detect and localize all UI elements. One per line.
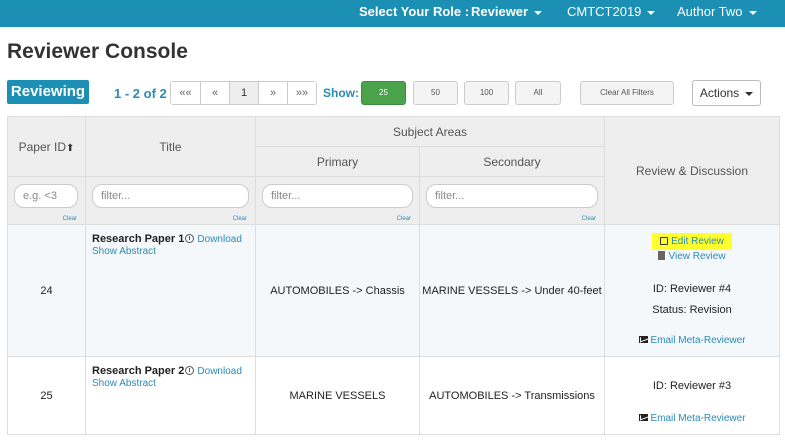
paper-title: Research Paper 1: [92, 233, 185, 245]
clear-all-filters-button[interactable]: Clear All Filters: [580, 81, 674, 105]
clear-paper-id-filter[interactable]: Clear: [63, 216, 77, 222]
role-label: Select Your Role :: [359, 4, 470, 19]
header-primary[interactable]: Primary: [255, 146, 420, 177]
chevron-down-icon: [647, 10, 656, 15]
view-review-label: View Review: [668, 251, 726, 262]
email-meta-reviewer-label: Email Meta-Reviewer: [650, 413, 746, 424]
edit-review-link[interactable]: Edit Review: [652, 233, 732, 250]
paper-id-link[interactable]: 25: [7, 356, 86, 435]
header-title[interactable]: Title: [85, 116, 256, 177]
secondary-subject: AUTOMOBILES -> Transmissions: [418, 356, 606, 435]
pagination: «« « 1 » »»: [170, 81, 317, 105]
reviewing-label: Reviewing: [7, 80, 89, 104]
filter-cell-title: Clear: [85, 176, 256, 225]
review-cell: Edit Review View Review ID: Reviewer #4 …: [604, 224, 781, 357]
reviewer-id: ID: Reviewer #4: [652, 283, 732, 295]
filter-cell-paper-id: Clear: [7, 176, 86, 225]
document-icon: [658, 251, 666, 260]
title-cell: Research Paper 1 Download Show Abstract: [85, 224, 256, 357]
header-secondary[interactable]: Secondary: [418, 146, 606, 177]
clear-secondary-filter[interactable]: Clear: [582, 216, 596, 222]
primary-subject: MARINE VESSELS: [255, 356, 420, 435]
pager-last-button[interactable]: »»: [287, 82, 316, 104]
view-review-link[interactable]: View Review: [605, 251, 779, 262]
edit-icon: [660, 237, 669, 245]
table-row: 25 Research Paper 2 Download Show Abstra…: [7, 356, 781, 435]
paper-title: Research Paper 2: [92, 365, 185, 377]
header-paper-id[interactable]: Paper ID⬆: [7, 116, 86, 177]
show-50-button[interactable]: 50: [413, 81, 458, 105]
primary-filter-input[interactable]: [262, 184, 413, 208]
range-text: 1 - 2 of 2: [114, 86, 167, 101]
download-link[interactable]: Download: [197, 234, 241, 245]
conference-dropdown-label: CMTCT2019: [567, 4, 642, 19]
filter-cell-primary: Clear: [255, 176, 420, 225]
secondary-subject: MARINE VESSELS -> Under 40-feet: [418, 224, 606, 357]
page-title: Reviewer Console: [7, 40, 188, 63]
paper-id-filter-input[interactable]: [14, 184, 78, 208]
show-abstract-link[interactable]: Show Abstract: [92, 378, 156, 389]
show-100-button[interactable]: 100: [464, 81, 509, 105]
reviewer-id: ID: Reviewer #3: [652, 380, 732, 392]
show-25-button[interactable]: 25: [361, 81, 406, 105]
review-status: Status: Revision: [652, 304, 732, 316]
pager-page-button[interactable]: 1: [229, 82, 258, 104]
title-cell: Research Paper 2 Download Show Abstract: [85, 356, 256, 435]
chevron-down-icon: [745, 91, 754, 96]
pager-next-button[interactable]: »: [258, 82, 287, 104]
table-row: 24 Research Paper 1 Download Show Abstra…: [7, 224, 781, 357]
show-label: Show:: [323, 86, 359, 100]
email-meta-reviewer-link[interactable]: Email Meta-Reviewer: [605, 335, 779, 346]
show-abstract-link[interactable]: Show Abstract: [92, 246, 156, 257]
edit-review-label: Edit Review: [671, 236, 724, 247]
header-paper-id-label: Paper ID: [18, 139, 66, 154]
clear-title-filter[interactable]: Clear: [233, 216, 247, 222]
conference-dropdown[interactable]: CMTCT2019: [567, 0, 656, 27]
title-filter-input[interactable]: [92, 184, 249, 208]
review-cell: ID: Reviewer #3 Email Meta-Reviewer: [604, 356, 781, 435]
secondary-filter-input[interactable]: [426, 184, 598, 208]
actions-button[interactable]: Actions: [692, 80, 761, 106]
chevron-down-icon: [748, 10, 757, 15]
sort-up-icon: ⬆: [65, 142, 75, 154]
download-link[interactable]: Download: [197, 366, 241, 377]
info-icon[interactable]: [185, 234, 195, 243]
pager-first-button[interactable]: ««: [171, 82, 200, 104]
envelope-icon: [638, 336, 648, 343]
filter-cell-secondary: Clear: [418, 176, 606, 225]
papers-table: Paper ID⬆ Title Subject Areas Review & D…: [7, 116, 781, 435]
user-dropdown[interactable]: Author Two: [677, 0, 757, 27]
pager-prev-button[interactable]: «: [200, 82, 229, 104]
info-icon[interactable]: [185, 366, 195, 375]
show-all-button[interactable]: All: [515, 81, 561, 105]
email-meta-reviewer-label: Email Meta-Reviewer: [650, 335, 746, 346]
user-dropdown-label: Author Two: [677, 4, 743, 19]
email-meta-reviewer-link[interactable]: Email Meta-Reviewer: [605, 413, 779, 424]
clear-primary-filter[interactable]: Clear: [397, 216, 411, 222]
header-review-discussion: Review & Discussion: [604, 116, 781, 225]
role-dropdown-label: Reviewer: [471, 4, 529, 19]
paper-id-link[interactable]: 24: [7, 224, 86, 357]
actions-button-label: Actions: [699, 86, 740, 100]
envelope-icon: [638, 414, 648, 421]
header-subject-areas: Subject Areas: [254, 116, 606, 147]
chevron-down-icon: [534, 10, 543, 15]
top-navbar: Select Your Role : Reviewer CMTCT2019 Au…: [0, 0, 785, 27]
primary-subject: AUTOMOBILES -> Chassis: [255, 224, 420, 357]
role-dropdown[interactable]: Reviewer: [471, 0, 543, 27]
